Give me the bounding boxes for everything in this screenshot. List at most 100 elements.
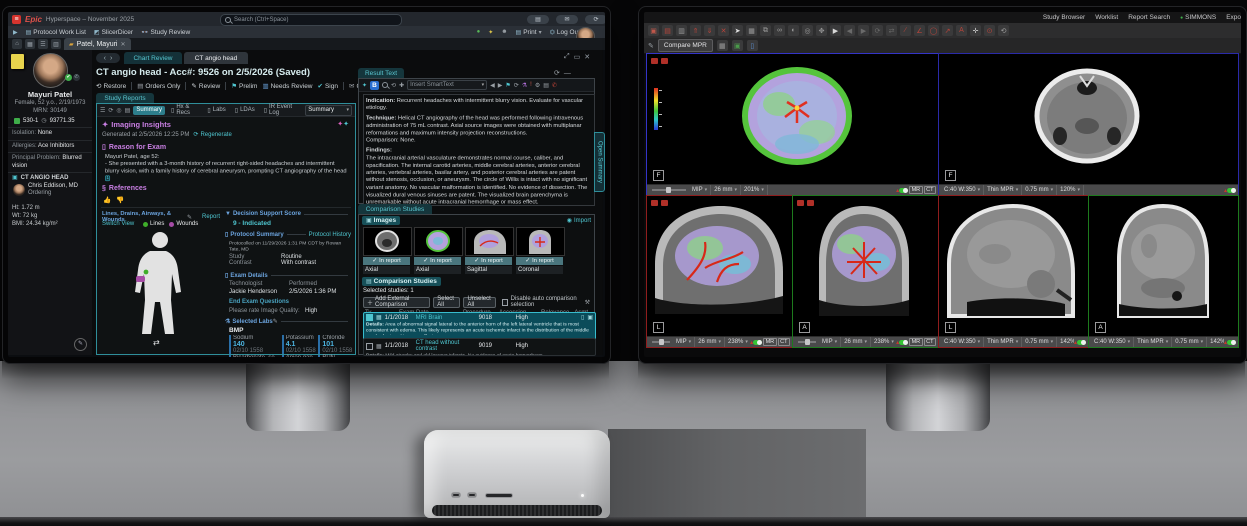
pointer-tool-icon[interactable]: ➤ [732,25,743,36]
titlebar-sync-button[interactable]: ⟳ [585,14,605,24]
viewport-setting-dropdown[interactable]: 0.75 mm ▾ [1172,337,1208,347]
viewport-setting-dropdown[interactable]: 26 mm ▾ [695,337,726,347]
import-link[interactable]: ◉ Import [567,217,591,225]
report-doc-icon[interactable]: ▯ [581,314,584,321]
lab-result[interactable]: Chloride 101 02/10 1558 [318,335,353,354]
viewport-setting-dropdown[interactable]: 0.75 mm ▾ [1022,337,1058,347]
slice-slider[interactable] [798,339,816,345]
thumbs-up-icon[interactable]: 👍 [103,196,111,204]
print-button[interactable]: ▤ Print ▾ [516,29,542,36]
menu-report-search[interactable]: Report Search [1128,14,1170,21]
disable-auto-comparison-checkbox[interactable] [501,298,508,306]
viewport-setting-dropdown[interactable]: 0.75 mm ▾ [1022,185,1058,195]
tab-chart-review[interactable]: Chart Review [124,52,182,64]
global-search-input[interactable]: Search (Ctrl+Space) [220,14,402,26]
home-icon[interactable]: ⌂ [12,39,22,49]
edit-icon[interactable]: ✎ [187,214,192,221]
fusion-toggle[interactable] [1227,339,1236,345]
bold-button[interactable]: B [370,80,380,90]
viewport-setting-dropdown[interactable]: C:40 W:350 ▾ [1091,337,1135,347]
viewport-setting-dropdown[interactable]: C:40 W:350 ▾ [941,185,985,195]
collapse-icon[interactable]: — [564,70,571,77]
smartstar-icon[interactable]: ✦ [362,82,367,89]
flag-icon[interactable]: ⚑ [505,82,510,89]
ct-layer-button[interactable]: CT [923,186,936,194]
body-avatar-image[interactable] [125,230,195,340]
viewport-setting-dropdown[interactable]: Thin MPR ▾ [1134,337,1173,347]
probe-tool-icon[interactable]: ⊙ [984,25,995,36]
in-report-button[interactable]: ✓ In report [363,257,410,265]
menu-icon[interactable]: ☰ [100,107,105,114]
lab-result[interactable]: Anion gap 12 02/10 1558 [281,355,317,357]
series-flag-icon[interactable] [661,200,668,206]
binoculars-icon[interactable]: ◎ [116,107,121,114]
sticky-note-icon[interactable] [11,54,24,69]
viewport-fused-axial[interactable]: F MIP ▾ 26 mm ▾ 201% ▾ ▴ MR CT [646,53,939,196]
menu-slicerdicer[interactable]: ◩ SlicerDicer [94,29,133,36]
ct-layer-button[interactable]: CT [923,338,936,346]
viewport-setting-dropdown[interactable]: MIP ▾ [689,185,712,195]
save-study-icon[interactable]: ▥ [676,25,687,36]
patient-tab[interactable]: ▰ Patel, Mayuri ✕ [64,38,131,50]
menu-export[interactable]: Export [1226,14,1241,21]
procedure-link[interactable]: MRI Brain [416,315,476,321]
menu-user[interactable]: ● SIMMONS [1180,14,1216,21]
viewport-ct-axial[interactable]: F C:40 W:350 ▾ Thin MPR ▾ 0.75 mm ▾ 120% ▾ ▴ [938,53,1239,196]
tab-ct-angio-head[interactable]: CT angio head [184,52,248,64]
view-dropdown[interactable]: Summary ▾ [305,104,352,116]
phone-icon[interactable]: ✆ [73,74,80,81]
prev-series-icon[interactable]: ◀ [844,25,855,36]
unselect-all-button[interactable]: Unselect All [463,296,496,308]
thumbnail-coronal-fused[interactable]: ✓ In report Coronal [516,227,565,274]
tab-hx-recs[interactable]: ▯ Hx & Recs [168,104,201,116]
protocol-history-link[interactable]: Protocol History [309,232,351,238]
ruler-measure-icon[interactable]: ∕ [900,25,911,36]
settings-gear-icon[interactable]: ⚙ [535,82,540,89]
in-report-button[interactable]: ✓ In report [414,257,461,265]
principal-problem-row[interactable]: Principal Problem: Blurred vision [8,153,92,173]
tab-result-text[interactable]: Result Text [358,68,404,78]
viewport-setting-dropdown[interactable]: 238% ▾ [725,337,750,347]
viewport-setting-dropdown[interactable]: 238% ▾ [871,337,896,347]
edit-pencil-icon[interactable]: ✎ [74,338,87,351]
titlebar-chat-button[interactable]: ✉ [556,14,578,24]
add-icon[interactable]: ✚ [399,82,404,89]
close-icon[interactable]: ✕ [584,53,590,61]
refresh-icon[interactable]: ⟳ [554,69,560,77]
add-external-comparison-button[interactable]: ＋ Add External Comparison [363,296,431,308]
isolation-row[interactable]: Isolation: None [8,128,92,141]
lab-result[interactable]: Sodium 140 02/10 1558 [229,335,280,354]
series-flag-icon[interactable] [651,200,658,206]
popout-icon[interactable]: ⤢ [564,53,570,61]
smarttext-input[interactable]: Insert SmartText ▾ [407,80,488,90]
reports-icon[interactable]: ▥ [51,39,61,49]
slice-slider[interactable] [652,187,686,193]
viewport-setting-dropdown[interactable]: 142%▾ [1057,337,1074,347]
arrow-annotate-icon[interactable]: ↗ [942,25,953,36]
delete-study-icon[interactable]: ✕ [718,25,729,36]
next-series-icon[interactable]: ▶ [858,25,869,36]
fusion-toggle[interactable] [899,187,909,193]
mpr-tool-icon[interactable]: ⧉ [760,25,771,36]
menu-worklist[interactable]: Worklist [1095,14,1118,21]
reset-view-icon[interactable]: ⟲ [998,25,1009,36]
ai-sparkle-icon[interactable]: ✦✦ [337,120,349,128]
viewport-setting-dropdown[interactable]: Thin MPR ▾ [984,337,1023,347]
open-summary-vertical-tab[interactable]: Open Summary [594,132,605,192]
viewport-setting-dropdown[interactable]: C:40 W:350 ▾ [941,337,985,347]
text-annotate-icon[interactable]: A [956,25,967,36]
viewport-setting-dropdown[interactable]: 142%▾ [1207,337,1224,347]
orders-only-button[interactable]: ▤ Orders Only [137,82,180,91]
series-flag-icon[interactable] [651,58,658,64]
row-checkbox[interactable] [366,314,373,321]
thumbnail-axial-ct[interactable]: ✓ In report Axial [363,227,412,274]
layout-grid-icon[interactable]: ▦ [746,25,757,36]
roi-circle-icon[interactable]: ◯ [928,25,939,36]
alert-icon[interactable]: ! [530,82,532,88]
menu-protocol-worklist[interactable]: ▤ Protocol Work List [26,29,86,36]
angle-measure-icon[interactable]: ∠ [914,25,925,36]
patient-folder-icon[interactable]: ▣ [648,25,659,36]
lab-result[interactable]: Potassium 4.1 02/10 1558 [281,335,317,354]
dictate-icon[interactable]: ✆ [552,82,557,89]
find-icon[interactable] [382,82,389,88]
